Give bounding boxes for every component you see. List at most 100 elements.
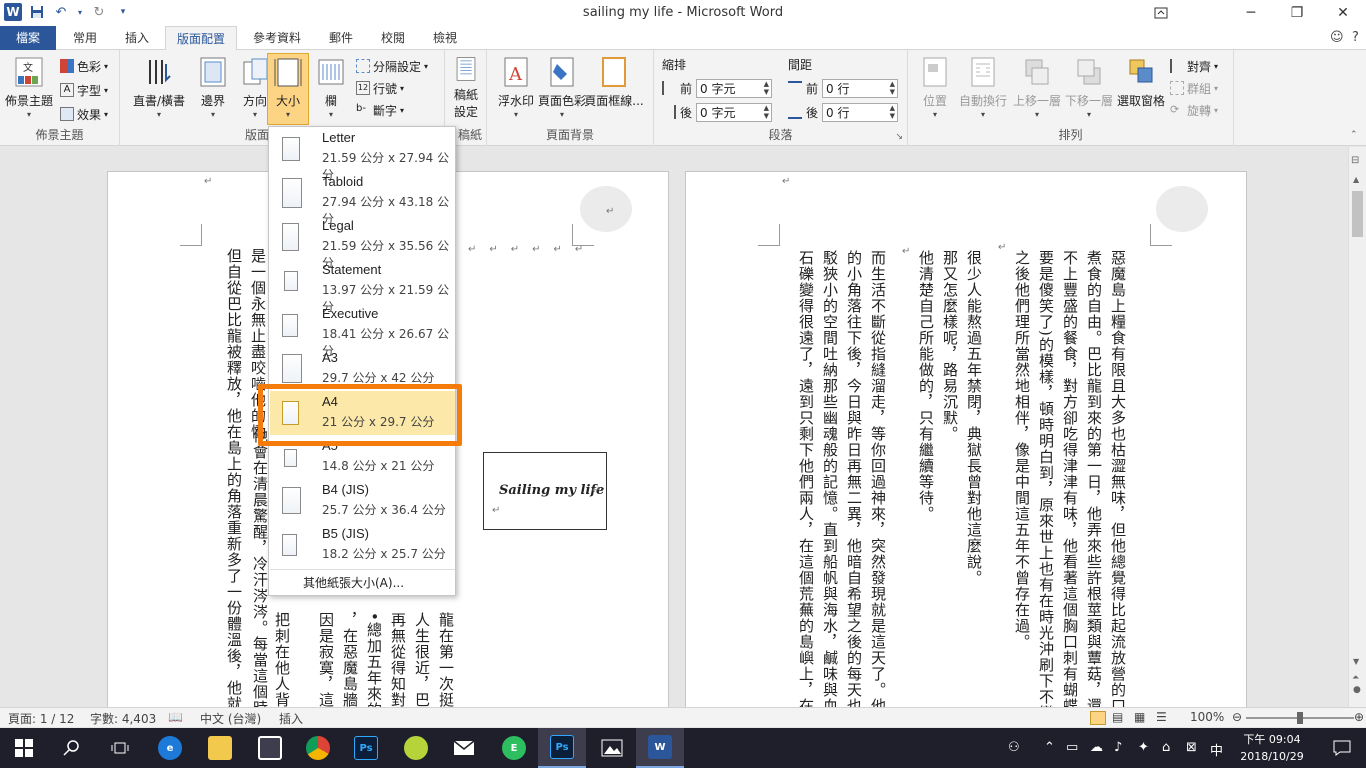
page-count-status[interactable]: 頁面: 1 / 12 [8,710,74,727]
vertical-scrollbar[interactable]: ⊟ ▲ ▼ ⏶ ● [1348,147,1366,707]
indent-before-value[interactable]: 0 字元 [700,80,735,97]
align-button[interactable]: 對齊 ▾ [1170,56,1218,76]
more-paper-sizes-item[interactable]: 其他紙張大小(A)... [270,569,455,595]
task-view-button[interactable] [96,728,144,768]
taskbar-photos[interactable] [588,728,636,768]
tab-view[interactable]: 檢視 [422,26,468,50]
columns-button[interactable]: 欄 ▾ [310,54,352,120]
scroll-down-icon[interactable]: ▼ [1353,657,1359,666]
body-column[interactable]: 而生活不斷從指縫溜走，等你回過神來，突然發現就是這天了。他慢條 [866,250,890,707]
spacing-before-value[interactable]: 0 行 [826,80,849,97]
tab-mailings[interactable]: 郵件 [318,26,364,50]
taskbar-mail[interactable] [440,728,488,768]
body-column[interactable]: ，在惡魔島牆上記 [338,612,362,707]
size-button[interactable]: 大小 ▾ [267,53,309,125]
insert-mode-status[interactable]: 插入 [279,710,303,727]
spinner-arrows-icon[interactable]: ▲ ▼ [890,104,897,120]
web-layout-icon[interactable]: ▦ [1134,710,1145,724]
collapse-ribbon-icon[interactable]: ⌃ [1350,130,1358,140]
browse-object-icon[interactable]: ● [1353,685,1361,695]
line-numbers-button[interactable]: 12 行號 ▾ [356,78,404,98]
smiley-feedback-icon[interactable]: ☺ [1330,30,1344,45]
manuscript-setup-button[interactable]: 稿紙 設定 [445,54,487,120]
taskbar-app-ball[interactable] [392,728,440,768]
body-column[interactable]: 但自從巴比龍被釋放，他在島上的角落重新多了一份體溫後，他就很少做夢 [222,248,246,707]
spinner-arrows-icon[interactable]: ▲ ▼ [890,80,897,96]
page-color-button[interactable]: 頁面色彩 ▾ [538,54,586,120]
print-layout-view-icon[interactable] [1090,711,1106,725]
zoom-out-icon[interactable]: ⊖ [1232,710,1242,724]
size-option-b5-jis[interactable]: B5 (JIS) 18.2 公分 x 25.7 公分 [270,523,455,567]
search-button[interactable] [48,728,96,768]
body-column[interactable]: 惡魔島上糧食有限且大多也枯澀無味，但他總覺得比起流放營的口糧， [1106,250,1130,707]
body-column[interactable]: 再無從得知對方音 [386,612,410,707]
network-icon[interactable]: ⌂ [1162,740,1170,755]
close-button[interactable]: ✕ [1320,0,1366,26]
zoom-slider-thumb[interactable] [1297,712,1303,724]
spacing-after-value[interactable]: 0 行 [826,104,849,121]
people-icon[interactable]: ⚇ [1008,740,1020,755]
document-area[interactable]: ↵ ↵ ↵↵↵↵↵↵ 但自從巴比龍被釋放，他在島上的角落重新多了一份體溫後，他就… [0,147,1348,707]
watermark-button[interactable]: A 浮水印 ▾ [495,54,537,120]
rotate-button[interactable]: ⟳ 旋轉 ▾ [1170,100,1218,120]
selection-pane-button[interactable]: 選取窗格 [1116,54,1166,120]
tab-review[interactable]: 校閱 [370,26,416,50]
position-button[interactable]: 位置 ▾ [914,54,956,120]
ime-icon[interactable]: 中 [1210,740,1223,759]
previous-page-icon[interactable]: ⏶ [1352,673,1359,683]
action-center-button[interactable] [1318,728,1366,768]
text-box-sailing[interactable]: Sailing my life ↵ ↵ [483,452,607,530]
size-option-legal[interactable]: Legal 21.59 公分 x 35.56 公分 [270,215,455,270]
size-option-tabloid[interactable]: Tabloid 27.94 公分 x 43.18 公分 [270,171,455,226]
tray-overflow-icon[interactable]: ⌃ [1044,740,1055,755]
body-column[interactable]: 煮食的自由。巴比龍到來的第一日，他弄來些許根莖類與蕈菇，還有些他費 [1082,250,1106,707]
bring-forward-button[interactable]: 上移一層 ▾ [1012,54,1062,120]
help-icon[interactable]: ? [1352,30,1359,45]
tray-close-icon[interactable]: ⊠ [1186,740,1197,755]
spinner-arrows-icon[interactable]: ▲ ▼ [764,80,771,96]
word-app-icon[interactable]: W [4,3,22,21]
start-button[interactable] [0,728,48,768]
fonts-button[interactable]: A 字型 ▾ [60,80,108,100]
undo-dropdown-icon[interactable]: ▾ [76,3,84,21]
effects-button[interactable]: 效果 ▾ [60,104,108,124]
page-borders-button[interactable]: 頁面框線... [584,54,644,120]
body-column[interactable]: 的小角落往下後，今日與昨日再無二異，他暗自希望之後的每天也都大抵如 [842,250,866,707]
body-column[interactable]: 龍在第一次挺過聖 [434,612,458,707]
taskbar-chrome[interactable] [294,728,342,768]
outline-view-icon[interactable]: ☰ [1156,710,1167,724]
group-button[interactable]: 群組 ▾ [1170,78,1218,98]
taskbar-photoshop-2[interactable]: Ps [538,728,586,768]
spacing-after-spinner[interactable]: 後 0 行 ▲ ▼ [788,102,899,122]
spinner-arrows-icon[interactable]: ▲ ▼ [764,104,771,120]
body-column[interactable]: 石礫變得很遠了，遠到只剩下他們兩人，在這個荒蕪的島嶼上，在火光前與 [794,250,818,707]
body-column[interactable]: 之後他們理所當然地相伴，像是中間這五年不曾存在過。 [1010,250,1034,650]
size-option-executive[interactable]: Executive 18.41 公分 x 26.67 公分 [270,303,455,358]
read-mode-icon[interactable]: ▤ [1112,710,1123,724]
tab-layout[interactable]: 版面配置 [165,26,237,51]
themes-button[interactable]: 文 佈景主題 ▾ [5,54,53,120]
body-column[interactable]: 要是傻笑了)的模樣，頓時明白到，原來世上也有在時光沖刷下不變的事物 [1034,250,1058,707]
text-direction-button[interactable]: 直書/橫書 ▾ [128,54,190,120]
taskbar-evernote[interactable]: E [490,728,538,768]
proofing-icon[interactable]: 📖 [168,710,183,724]
onedrive-icon[interactable]: ☁ [1090,740,1103,755]
body-column[interactable]: 把刺在他人背上左 [270,612,294,707]
breaks-button[interactable]: 分隔設定 ▾ [356,56,428,76]
volume-icon[interactable]: ♪ [1114,740,1122,755]
scroll-thumb[interactable] [1352,191,1363,237]
undo-icon[interactable]: ↶ [52,3,70,21]
taskbar-photoshop-1[interactable]: Ps [342,728,390,768]
body-column[interactable]: 很少人能熬過五年禁閉，典獄長曾對他這麼說。 [962,250,986,586]
taskbar-edge[interactable]: e [146,728,194,768]
wrap-text-button[interactable]: 自動換行 ▾ [958,54,1008,120]
taskbar-file-explorer[interactable] [196,728,244,768]
dropbox-icon[interactable]: ✦ [1138,740,1149,755]
body-column[interactable]: •總加五年來的作 [362,612,386,707]
tab-references[interactable]: 參考資料 [244,26,310,50]
system-clock[interactable]: 下午 09:04 2018/10/29 [1236,731,1308,765]
send-backward-button[interactable]: 下移一層 ▾ [1064,54,1114,120]
dialog-launcher-icon[interactable]: ↘ [895,132,903,142]
taskbar-store[interactable] [246,728,294,768]
tab-insert[interactable]: 插入 [114,26,160,50]
